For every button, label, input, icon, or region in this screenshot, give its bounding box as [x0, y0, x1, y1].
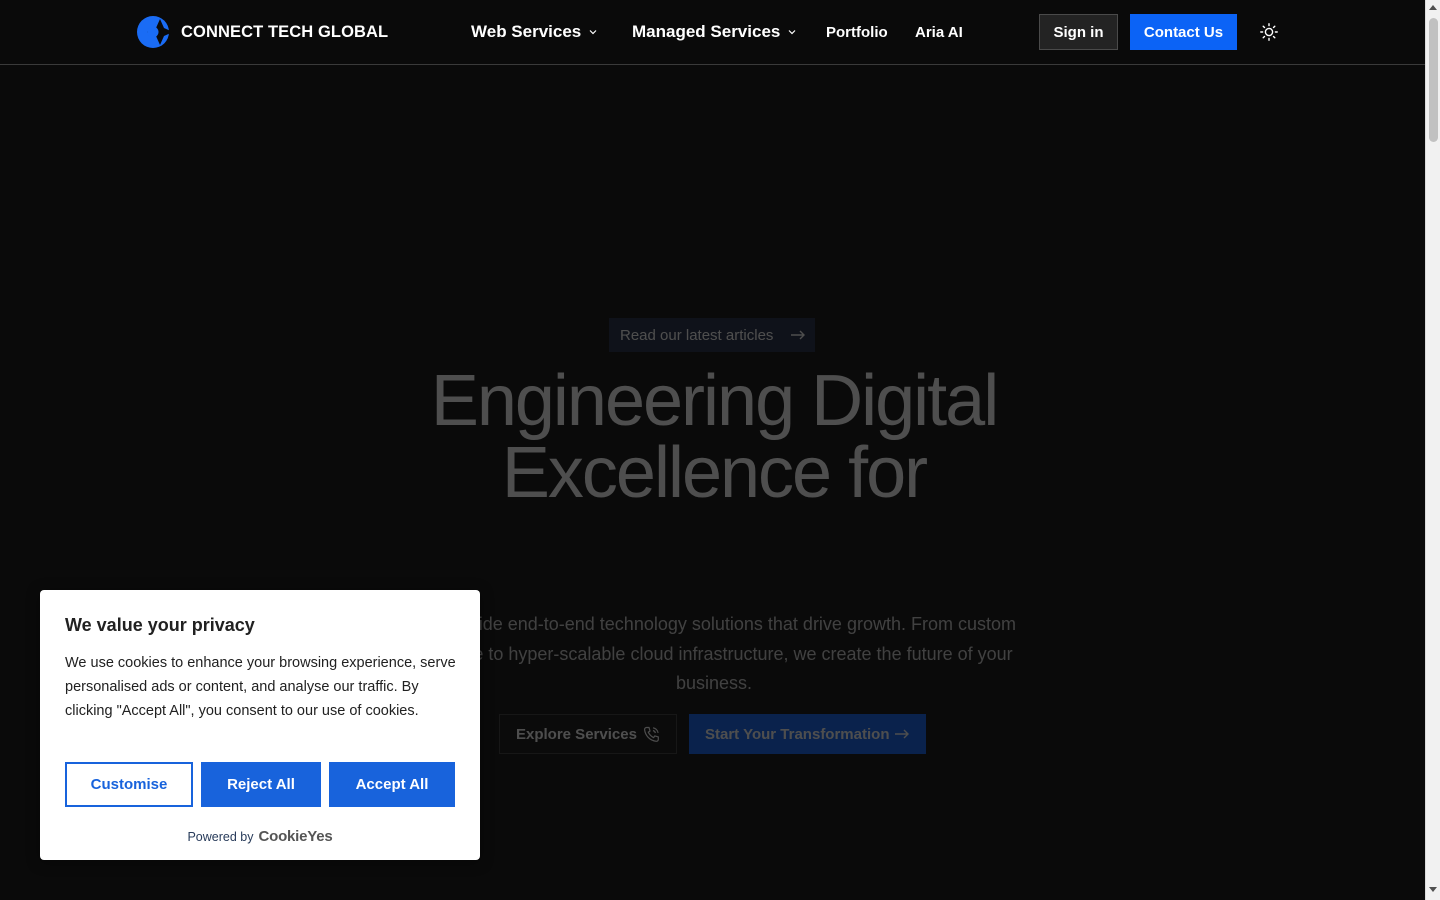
brand-name: CONNECT TECH GLOBAL [181, 22, 389, 41]
start-transformation-label: Start Your Transformation [705, 725, 890, 743]
reject-all-button[interactable]: Reject All [201, 762, 321, 807]
hero-description: We provide end-to-end technology solutio… [412, 614, 1016, 693]
nav-aria-ai-label: Aria AI [915, 23, 963, 41]
chevron-down-icon [589, 30, 597, 35]
chevron-down-icon [788, 30, 796, 35]
sun-icon[interactable] [1259, 22, 1279, 42]
scroll-up-arrow-icon[interactable] [1429, 5, 1437, 10]
arrow-right-icon [791, 330, 805, 340]
page-scrollbar[interactable] [1425, 0, 1440, 900]
cookie-banner-text: We use cookies to enhance your browsing … [65, 655, 456, 719]
hero-title-line-1: Engineering Digital [430, 361, 999, 441]
phone-icon [643, 726, 659, 742]
scroll-down-arrow-icon[interactable] [1429, 887, 1437, 892]
start-transformation-button[interactable]: Start Your Transformation [689, 714, 926, 754]
nav-web-services-label: Web Services [471, 22, 582, 41]
cookieyes-logo[interactable]: CookieYes [258, 828, 332, 845]
arrow-right-icon [895, 729, 909, 739]
brand-logo-icon [137, 16, 169, 48]
latest-articles-link[interactable]: Read our latest articles [609, 318, 815, 352]
contact-us-button[interactable]: Contact Us [1130, 14, 1237, 50]
hero-title-line-2: Excellence for [501, 433, 928, 513]
cookie-consent-banner: We value your privacy We use cookies to … [40, 590, 480, 860]
nav-web-services[interactable]: Web Services [471, 0, 599, 64]
hero-title: Engineering Digital Excellence for [380, 365, 1048, 509]
site-header: CONNECT TECH GLOBAL Web Services Managed… [0, 0, 1425, 65]
explore-services-button[interactable]: Explore Services [499, 714, 677, 754]
nav-aria-ai[interactable]: Aria AI [915, 0, 963, 64]
explore-services-label: Explore Services [516, 725, 637, 743]
latest-articles-label: Read our latest articles [620, 326, 774, 344]
nav-portfolio[interactable]: Portfolio [826, 0, 888, 64]
powered-by: Powered by CookieYes [40, 828, 480, 845]
cookie-banner-title: We value your privacy [65, 615, 255, 635]
nav-managed-services[interactable]: Managed Services [632, 0, 798, 64]
nav-portfolio-label: Portfolio [826, 23, 888, 41]
nav-managed-services-label: Managed Services [632, 22, 781, 41]
brand-link[interactable]: CONNECT TECH GLOBAL [137, 15, 388, 49]
sign-in-button[interactable]: Sign in [1039, 14, 1118, 50]
customise-button[interactable]: Customise [65, 762, 193, 807]
accept-all-button[interactable]: Accept All [329, 762, 455, 807]
scrollbar-thumb[interactable] [1429, 18, 1438, 142]
powered-by-label: Powered by [187, 830, 254, 844]
